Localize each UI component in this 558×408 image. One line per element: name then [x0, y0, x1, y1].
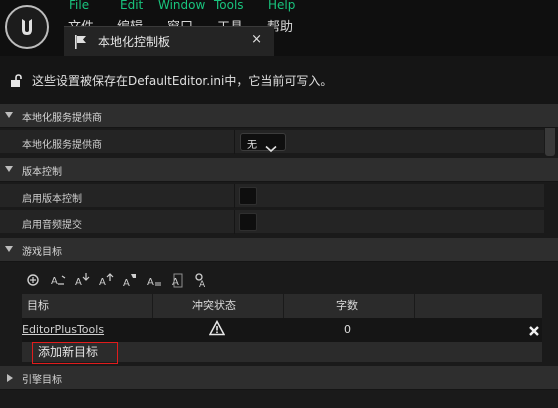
category-label: 引擎目标 — [22, 375, 62, 386]
table-row[interactable]: EditorPlusTools 0 — [22, 318, 542, 342]
category-label: 本地化服务提供商 — [22, 113, 102, 124]
enable-source-control-checkbox[interactable] — [239, 187, 257, 205]
menu-window-en[interactable]: Window — [158, 0, 205, 12]
menu-file-en[interactable]: File — [69, 0, 89, 12]
config-notice: 这些设置被保存在DefaultEditor.ini中，它当前可写入。 — [0, 56, 558, 104]
import-dialogue-icon[interactable]: A — [122, 272, 136, 289]
property-row-provider: 本地化服务提供商 无 — [0, 130, 544, 154]
column-divider[interactable] — [234, 130, 235, 154]
category-game-targets[interactable]: 游戏目标 — [0, 238, 558, 262]
menu-edit-en[interactable]: Edit — [120, 0, 143, 12]
lock-open-icon — [10, 73, 24, 92]
svg-text:A: A — [75, 277, 82, 288]
count-words-icon[interactable]: A — [194, 272, 208, 290]
gather-text-icon[interactable] — [26, 272, 40, 288]
column-separator[interactable] — [152, 294, 153, 318]
category-engine-targets[interactable]: 引擎目标 — [0, 366, 558, 390]
unreal-logo-icon[interactable] — [5, 5, 49, 49]
title-bar: File Edit Window Tools Help 文件 编辑 窗口 工具 … — [0, 0, 558, 56]
menu-tools-en[interactable]: Tools — [214, 0, 244, 12]
column-target[interactable]: 目标 — [27, 294, 49, 318]
svg-text:A: A — [199, 280, 206, 288]
svg-text:A: A — [172, 277, 179, 288]
export-dialogue-icon[interactable]: A — [146, 272, 161, 288]
svg-text:A: A — [123, 278, 130, 288]
import-text-icon[interactable]: A — [74, 272, 90, 288]
panel-bottom — [0, 390, 558, 408]
tab-title: 本地化控制板 — [98, 35, 171, 49]
column-separator[interactable] — [283, 294, 284, 318]
auto-submit-label: 启用音频提交 — [22, 220, 82, 231]
column-conflict-status[interactable]: 冲突状态 — [192, 294, 236, 318]
export-text-icon[interactable]: A — [98, 272, 114, 288]
targets-table-header: 目标 冲突状态 字数 — [22, 294, 542, 318]
column-divider[interactable] — [234, 184, 235, 208]
svg-text:A: A — [147, 277, 154, 288]
column-separator[interactable] — [414, 294, 415, 318]
config-notice-text: 这些设置被保存在DefaultEditor.ini中，它当前可写入。 — [32, 74, 333, 88]
category-label: 版本控制 — [22, 167, 62, 178]
auto-submit-checkbox[interactable] — [239, 213, 257, 231]
enable-source-control-label: 启用版本控制 — [22, 194, 82, 205]
target-name-link[interactable]: EditorPlusTools — [22, 318, 104, 342]
property-row-auto-submit: 启用音频提交 — [0, 210, 544, 234]
category-localization-provider[interactable]: 本地化服务提供商 — [0, 104, 558, 128]
warning-icon — [208, 319, 226, 344]
collapse-arrow-icon — [7, 374, 13, 382]
word-count-value: 0 — [344, 323, 351, 336]
expand-arrow-icon — [5, 112, 13, 118]
tab-close-button[interactable]: × — [251, 32, 262, 47]
provider-combo[interactable]: 无 — [240, 133, 286, 153]
provider-label: 本地化服务提供商 — [22, 140, 102, 151]
column-word-count[interactable]: 字数 — [336, 294, 358, 318]
menu-help-en[interactable]: Help — [268, 0, 295, 12]
expand-arrow-icon — [5, 246, 13, 252]
chevron-down-icon — [265, 138, 277, 157]
category-version-control[interactable]: 版本控制 — [0, 158, 558, 182]
svg-text:A: A — [99, 277, 106, 288]
add-new-target-button[interactable]: 添加新目标 — [32, 342, 118, 364]
edit-text-icon[interactable]: A — [50, 272, 66, 288]
expand-arrow-icon — [5, 166, 13, 172]
tab-localization-dashboard[interactable]: 本地化控制板 × — [64, 26, 274, 56]
column-divider[interactable] — [234, 210, 235, 234]
property-row-enable-source-control: 启用版本控制 — [0, 184, 544, 208]
svg-text:A: A — [51, 276, 58, 287]
provider-combo-value: 无 — [247, 140, 257, 151]
flag-icon — [74, 34, 88, 54]
compile-text-icon[interactable]: A — [170, 272, 184, 288]
category-label: 游戏目标 — [22, 247, 62, 258]
